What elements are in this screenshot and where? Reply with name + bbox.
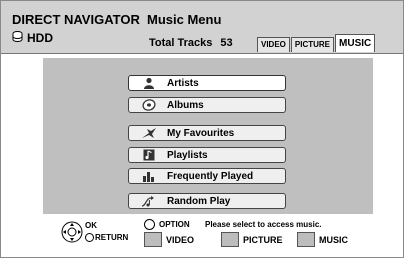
- menu-item-label: Frequently Played: [167, 170, 254, 182]
- media-tabs: VIDEO PICTURE MUSIC: [257, 34, 376, 52]
- music-color-button[interactable]: MUSIC: [297, 232, 348, 247]
- menu-item-random-play[interactable]: Random Play: [128, 193, 286, 209]
- menu-item-artists[interactable]: Artists: [128, 75, 286, 91]
- video-color-button[interactable]: VIDEO: [144, 232, 194, 247]
- picture-color-button[interactable]: PICTURE: [221, 232, 283, 247]
- option-text: OPTION: [159, 220, 190, 229]
- color-button-label: PICTURE: [243, 234, 283, 245]
- dpad-icon: [61, 221, 83, 248]
- star-icon: [141, 127, 157, 139]
- return-label: RETURN: [85, 233, 128, 242]
- menu-item-albums[interactable]: Albums: [128, 97, 286, 113]
- color-button-label: MUSIC: [319, 234, 348, 245]
- menu-item-label: Random Play: [167, 195, 231, 207]
- playlist-icon: [141, 149, 157, 161]
- menu-item-label: Artists: [167, 77, 199, 89]
- grey-square-icon: [221, 232, 239, 247]
- person-icon: [141, 77, 157, 89]
- drive-label: HDD: [27, 31, 53, 45]
- bar-chart-icon: [141, 170, 157, 182]
- menu-item-label: My Favourites: [167, 127, 235, 139]
- option-label: OPTION: [144, 219, 190, 230]
- hdd-icon: [12, 31, 23, 45]
- return-button-icon: [85, 233, 94, 242]
- menu-item-label: Playlists: [167, 149, 208, 161]
- return-text: RETURN: [95, 233, 129, 242]
- header-bar: DIRECT NAVIGATOR Music Menu HDD Total Tr…: [1, 1, 403, 53]
- header-divider: [1, 53, 403, 54]
- menu-item-frequently-played[interactable]: Frequently Played: [128, 168, 286, 184]
- menu-item-label: Albums: [167, 99, 204, 111]
- hint-text: Please select to access music.: [205, 220, 322, 229]
- tab-video[interactable]: VIDEO: [257, 37, 290, 52]
- app-title: DIRECT NAVIGATOR: [12, 12, 140, 27]
- tab-picture[interactable]: PICTURE: [290, 37, 335, 52]
- footer-controls: OK RETURN OPTION Please select to access…: [1, 215, 403, 259]
- color-button-label: VIDEO: [166, 234, 195, 245]
- menu-title: Music Menu: [147, 12, 222, 27]
- menu-item-my-favourites[interactable]: My Favourites: [128, 125, 286, 141]
- shuffle-notes-icon: [141, 195, 157, 207]
- total-tracks: Total Tracks 53: [149, 37, 233, 49]
- total-tracks-value: 53: [220, 37, 233, 49]
- tab-music[interactable]: MUSIC: [335, 34, 376, 52]
- disc-icon: [141, 99, 157, 111]
- ok-label: OK: [85, 221, 97, 230]
- grey-square-icon: [144, 232, 162, 247]
- music-menu-screen: DIRECT NAVIGATOR Music Menu HDD Total Tr…: [0, 0, 404, 258]
- total-tracks-label: Total Tracks: [149, 37, 213, 49]
- grey-square-icon: [297, 232, 315, 247]
- option-button-icon: [144, 219, 155, 230]
- drive-indicator: HDD: [12, 31, 53, 45]
- menu-item-playlists[interactable]: Playlists: [128, 147, 286, 163]
